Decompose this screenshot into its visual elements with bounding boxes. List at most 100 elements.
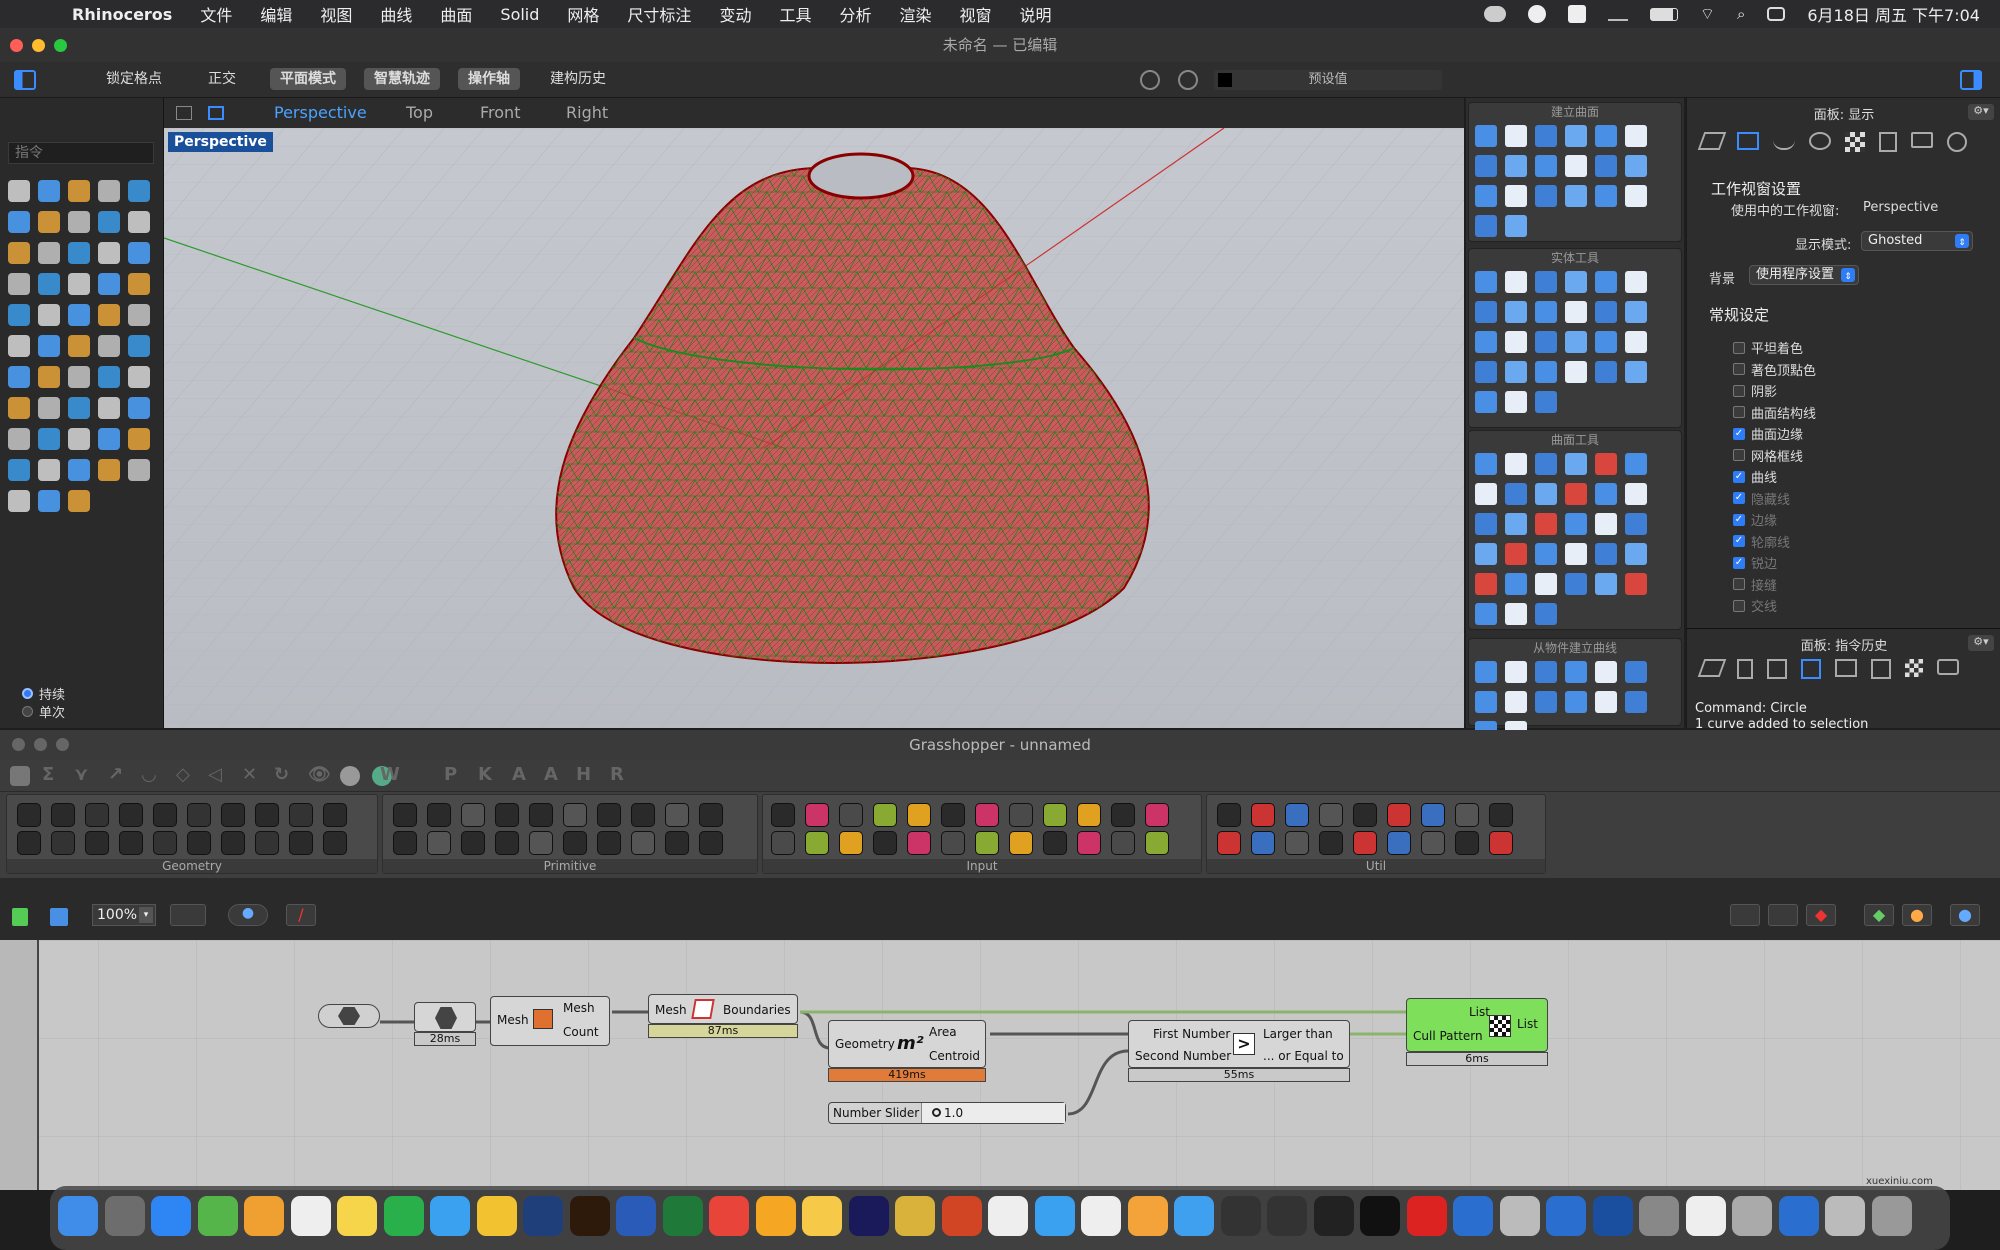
checkbox-checked-icon[interactable]: ✓: [1733, 556, 1745, 569]
gh-component-button[interactable]: [975, 831, 999, 855]
input-method-icon[interactable]: [1567, 5, 1586, 23]
tool-button[interactable]: [128, 304, 150, 326]
display-option[interactable]: 阴影: [1733, 381, 1777, 400]
gh-component-button[interactable]: [1421, 803, 1445, 827]
gh-minimize-button[interactable]: [34, 738, 47, 751]
tool-button[interactable]: [68, 211, 90, 233]
panel-tool-button[interactable]: [1595, 125, 1617, 147]
status-app-icon[interactable]: [1527, 5, 1546, 23]
gh-zoom-extents-icon[interactable]: [170, 904, 206, 926]
panel-tool-button[interactable]: [1595, 271, 1617, 293]
dock-app-icon[interactable]: [1406, 1196, 1447, 1236]
checkbox-checked-icon[interactable]: ✓: [1733, 470, 1745, 483]
gh-mb-input[interactable]: Mesh: [655, 1003, 687, 1017]
gh-area-component[interactable]: Geometry m² Area Centroid: [828, 1020, 986, 1068]
gh-second-number-input[interactable]: Second Number: [1135, 1049, 1231, 1063]
dock-app-icon[interactable]: [988, 1196, 1028, 1236]
h-history-icon[interactable]: [1801, 659, 1821, 679]
dock-app-icon[interactable]: [755, 1196, 796, 1236]
tab-right[interactable]: Right: [566, 103, 608, 122]
single-view-icon[interactable]: [208, 106, 224, 120]
gh-count-output[interactable]: Count: [563, 1025, 599, 1039]
page-icon[interactable]: [1879, 132, 1897, 152]
tool-button[interactable]: [68, 428, 90, 450]
dock-app-icon[interactable]: [616, 1196, 656, 1236]
wechat-icon[interactable]: [1483, 6, 1506, 22]
background-select[interactable]: 使用程序设置 ⇕: [1749, 265, 1859, 285]
gh-component-button[interactable]: [289, 831, 313, 855]
tool-button[interactable]: [68, 273, 90, 295]
gh-component-button[interactable]: [1489, 831, 1513, 855]
tool-button[interactable]: [128, 459, 150, 481]
gh-component-button[interactable]: [699, 831, 723, 855]
gh-component-button[interactable]: [1251, 831, 1275, 855]
menu-app[interactable]: Rhinoceros: [58, 5, 186, 24]
h-page-icon[interactable]: [1737, 659, 1753, 679]
tool-button[interactable]: [38, 459, 60, 481]
gh-component-button[interactable]: [665, 831, 689, 855]
panel-tool-button[interactable]: [1625, 155, 1647, 177]
panel-tool-button[interactable]: [1475, 331, 1497, 353]
panel-tool-button[interactable]: [1535, 361, 1557, 383]
tool-button[interactable]: [68, 335, 90, 357]
panel-tool-button[interactable]: [1565, 483, 1587, 505]
tool-button[interactable]: [68, 366, 90, 388]
panel-gear-icon[interactable]: ⚙▾: [1968, 104, 1994, 120]
panel-tool-button[interactable]: [1475, 603, 1497, 625]
gh-component-button[interactable]: [1077, 831, 1101, 855]
gh-component-button[interactable]: [873, 831, 897, 855]
h-display-icon[interactable]: [1835, 659, 1857, 677]
sidebar-toggle-icon[interactable]: [14, 70, 36, 90]
tool-button[interactable]: [128, 335, 150, 357]
gh-component-button[interactable]: [771, 831, 795, 855]
panel-tool-button[interactable]: [1505, 271, 1527, 293]
grid-snap-button[interactable]: 锁定格点: [96, 68, 172, 90]
panel-tool-button[interactable]: [1595, 361, 1617, 383]
panel-tool-button[interactable]: [1475, 573, 1497, 595]
gh-cull-pattern-input[interactable]: Cull Pattern: [1413, 1029, 1483, 1043]
search-icon[interactable]: ⌕: [1737, 5, 1745, 23]
gh-component-button[interactable]: [699, 803, 723, 827]
menu-transform[interactable]: 变动: [705, 2, 765, 26]
folder-icon[interactable]: [1911, 132, 1933, 148]
history-gear-icon[interactable]: ⚙▾: [1968, 635, 1994, 651]
gh-component-button[interactable]: [907, 803, 931, 827]
gh-component-button[interactable]: [495, 831, 519, 855]
gh-tab-mesh-icon[interactable]: ◁: [208, 764, 222, 785]
record-icon[interactable]: [1140, 70, 1160, 90]
panel-tool-button[interactable]: [1625, 185, 1647, 207]
dock-app-icon[interactable]: [523, 1196, 563, 1236]
dock-app-icon[interactable]: [1313, 1196, 1354, 1236]
planar-button[interactable]: 平面模式: [270, 68, 346, 90]
dock-app-icon[interactable]: [1127, 1196, 1168, 1236]
panel-tool-button[interactable]: [1625, 271, 1647, 293]
gh-component-button[interactable]: [495, 803, 519, 827]
ortho-button[interactable]: 正交: [198, 68, 246, 90]
gh-zoom-select[interactable]: 100% ▾: [92, 904, 156, 926]
tool-button[interactable]: [38, 428, 60, 450]
dock-app-icon[interactable]: [244, 1196, 284, 1236]
gh-mb-output[interactable]: Boundaries: [723, 1003, 791, 1017]
panel-tool-button[interactable]: [1565, 661, 1587, 683]
panel-tool-button[interactable]: [1625, 691, 1647, 713]
gh-tab-k[interactable]: K: [478, 764, 492, 785]
panel-tool-button[interactable]: [1505, 215, 1527, 237]
clock[interactable]: 6月18日 周五 下午7:04: [1807, 2, 1980, 26]
gh-component-button[interactable]: [1217, 831, 1241, 855]
panel-tool-button[interactable]: [1565, 513, 1587, 535]
checkbox-icon[interactable]: [1733, 406, 1745, 418]
gh-mesh-output[interactable]: Mesh: [563, 1001, 595, 1015]
panel-tool-button[interactable]: [1565, 125, 1587, 147]
gh-cull-list-input[interactable]: List: [1469, 1005, 1490, 1019]
dock-app-icon[interactable]: [1546, 1196, 1586, 1236]
panel-tool-button[interactable]: [1505, 543, 1527, 565]
panel-tool-button[interactable]: [1505, 691, 1527, 713]
gh-component-button[interactable]: [529, 831, 553, 855]
menu-analyze[interactable]: 分析: [825, 2, 885, 26]
h-box-icon[interactable]: [1767, 659, 1787, 679]
checkbox-checked-icon[interactable]: ✓: [1733, 427, 1745, 440]
checkbox-icon[interactable]: [1733, 449, 1745, 461]
checkbox-icon[interactable]: [1733, 363, 1745, 375]
gh-larger-output[interactable]: Larger than: [1263, 1027, 1333, 1041]
panel-tool-button[interactable]: [1595, 155, 1617, 177]
